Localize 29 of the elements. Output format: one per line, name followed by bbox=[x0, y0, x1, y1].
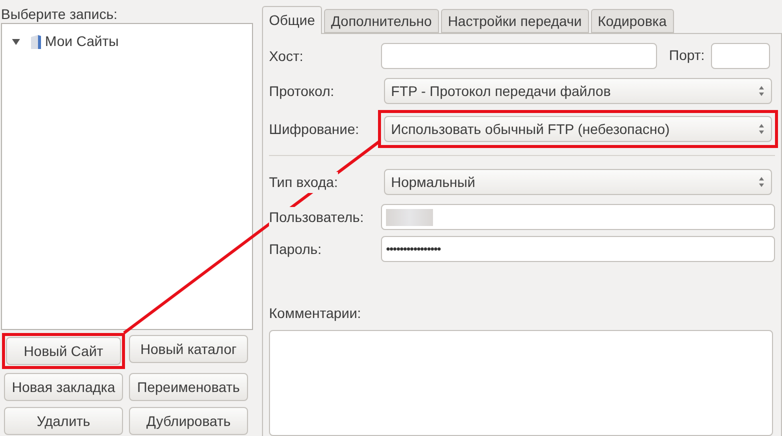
field-label: Комментарии: bbox=[269, 305, 362, 321]
field-label: Пользователь: bbox=[269, 206, 364, 228]
action-button[interactable]: Новый каталог bbox=[129, 335, 248, 363]
folder-icon bbox=[30, 34, 42, 50]
action-button[interactable]: Дублировать bbox=[129, 407, 248, 435]
password-field[interactable]: •••••••••••••••• bbox=[381, 236, 775, 262]
tab[interactable]: Настройки передачи bbox=[440, 9, 589, 33]
port-field[interactable] bbox=[710, 43, 770, 69]
section-label: Выберите запись: bbox=[1, 7, 118, 21]
spinner-arrows-icon bbox=[758, 123, 765, 135]
dropdown[interactable]: Нормальный bbox=[384, 169, 772, 195]
dropdown[interactable]: FTP - Протокол передачи файлов bbox=[384, 78, 772, 104]
field-label: Порт: bbox=[669, 47, 705, 63]
action-button[interactable]: Переименовать bbox=[129, 373, 248, 401]
action-button[interactable]: Удалить bbox=[4, 407, 123, 435]
action-button[interactable]: Новый Сайт bbox=[6, 337, 121, 365]
spinner-arrows-icon bbox=[758, 85, 765, 97]
host-field[interactable] bbox=[381, 43, 657, 69]
dropdown[interactable]: Использовать обычный FTP (небезопасно) bbox=[384, 116, 772, 142]
expander-icon[interactable] bbox=[12, 38, 20, 46]
tab[interactable]: Общие bbox=[262, 6, 322, 34]
spinner-arrows-icon bbox=[758, 176, 765, 188]
comments-field[interactable] bbox=[269, 330, 773, 436]
tab[interactable]: Дополнительно bbox=[324, 9, 439, 33]
tab[interactable]: Кодировка bbox=[590, 9, 674, 33]
user-field[interactable] bbox=[381, 204, 775, 230]
field-label: Тип входа: bbox=[269, 172, 338, 192]
tree-item[interactable]: Мои Сайты bbox=[45, 31, 119, 52]
action-button[interactable]: Новая закладка bbox=[4, 373, 123, 401]
